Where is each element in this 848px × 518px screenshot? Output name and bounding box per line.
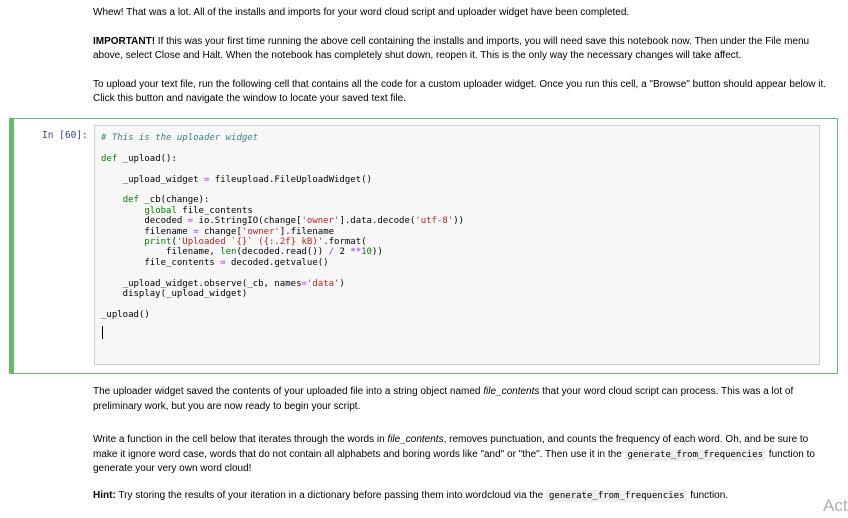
code-token: filename,	[101, 247, 221, 258]
uploader-summary: The uploader widget saved the contents o…	[93, 385, 833, 414]
code-operator: **	[350, 247, 362, 258]
text: The uploader widget saved the contents o…	[93, 386, 484, 397]
code-token: _upload_widget.observe(_cb, names	[101, 278, 302, 289]
inline-code: generate_from_frequencies	[546, 489, 688, 502]
code-token: ))	[453, 216, 465, 227]
input-prompt: In [60]:	[42, 130, 88, 141]
code-token: _upload()	[101, 309, 150, 320]
code-token: file_contents	[176, 205, 253, 216]
code-token: fileupload.FileUploadWidget()	[209, 174, 372, 185]
code-string: 'Uploaded `{}` ({:.2f} kB)'	[176, 237, 324, 248]
code-editor[interactable]: # This is the uploader widget def _uploa…	[94, 125, 820, 365]
code-keyword: global	[144, 205, 177, 216]
hint: Hint: Try storing the results of your it…	[93, 489, 833, 504]
code-string: 'owner'	[301, 216, 340, 227]
code-string: 'data'	[306, 278, 340, 289]
upload-instructions: To upload your text file, run the follow…	[93, 78, 827, 105]
code-text[interactable]: # This is the uploader widget def _uploa…	[101, 133, 464, 320]
important-text: If this was your first time running the …	[93, 35, 810, 62]
code-token: _upload_widget	[101, 174, 204, 185]
code-token: filename	[101, 226, 194, 237]
code-token: decoded	[101, 216, 188, 227]
task-description: Write a function in the cell below that …	[93, 433, 833, 477]
activation-watermark: Act	[823, 496, 848, 515]
text: function.	[687, 489, 729, 501]
text-cursor	[102, 326, 103, 339]
variable-name: file_contents	[483, 386, 540, 397]
code-token: (decoded.read())	[236, 247, 329, 258]
important-label: IMPORTANT!	[93, 35, 156, 47]
code-token: ].filename	[279, 226, 335, 237]
code-token: )	[339, 278, 345, 289]
markdown-cell-instructions: The uploader widget saved the contents o…	[93, 385, 833, 503]
code-token: 2	[334, 247, 351, 258]
code-token: ))	[371, 247, 383, 258]
text: Write a function in the cell below that …	[93, 434, 388, 445]
code-token: .format(	[323, 237, 367, 248]
code-token: _upload():	[117, 153, 177, 164]
code-token: file_contents	[101, 257, 221, 268]
code-number: 10	[361, 247, 372, 258]
code-token: display(_upload_widget)	[101, 289, 248, 300]
code-cell[interactable]: In [60]: # This is the uploader widget d…	[9, 118, 838, 374]
code-keyword: def	[101, 153, 118, 164]
completion-note: Whew! That was a lot. All of the install…	[93, 7, 630, 18]
code-comment: # This is the uploader widget	[101, 133, 259, 143]
important-note: IMPORTANT! If this was your first time r…	[93, 35, 833, 64]
code-token: ].data.decode(	[339, 216, 416, 227]
code-token: decoded.getvalue()	[225, 257, 329, 268]
code-builtin: len	[220, 247, 237, 258]
code-builtin: print	[144, 237, 172, 248]
markdown-cell-intro: Whew! That was a lot. All of the install…	[93, 6, 833, 107]
code-string: 'utf-8'	[415, 216, 454, 227]
inline-code: generate_from_frequencies	[624, 448, 767, 461]
code-token: io.StringIO(change[	[193, 216, 302, 227]
code-string: 'owner'	[241, 226, 280, 237]
code-token: change[	[198, 226, 242, 237]
variable-name: file_contents	[387, 434, 444, 445]
code-token: _cb(change):	[138, 195, 210, 206]
text: Try storing the results of your iteratio…	[115, 489, 547, 501]
code-keyword: def	[122, 195, 139, 206]
hint-label: Hint:	[93, 489, 116, 501]
